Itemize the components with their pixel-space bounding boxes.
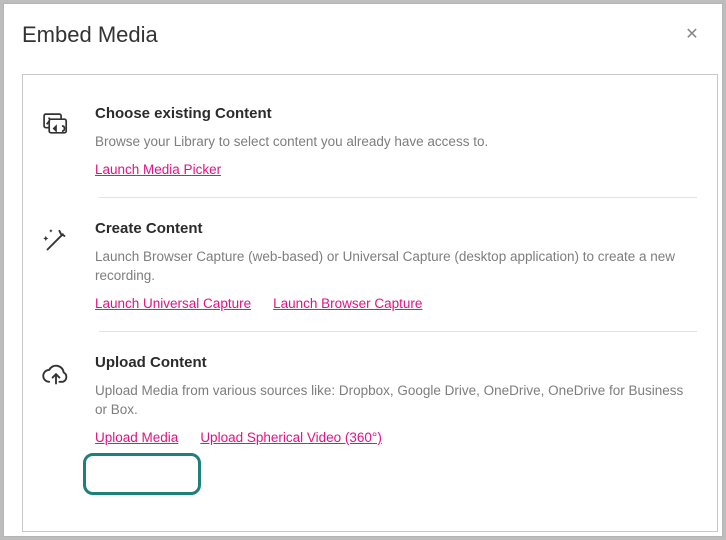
launch-universal-capture-link[interactable]: Launch Universal Capture bbox=[95, 296, 251, 311]
divider bbox=[99, 197, 697, 198]
cloud-upload-icon bbox=[39, 358, 73, 397]
upload-media-link[interactable]: Upload Media bbox=[95, 430, 178, 445]
section-title: Create Content bbox=[95, 220, 697, 237]
close-button[interactable]: ✕ bbox=[680, 23, 704, 47]
dialog-title: Embed Media bbox=[22, 22, 158, 48]
close-icon: ✕ bbox=[685, 26, 698, 43]
launch-browser-capture-link[interactable]: Launch Browser Capture bbox=[273, 296, 422, 311]
upload-spherical-video-link[interactable]: Upload Spherical Video (360°) bbox=[200, 430, 382, 445]
magic-wand-icon bbox=[39, 224, 73, 263]
section-existing-content: Choose existing Content Browse your Libr… bbox=[23, 87, 717, 193]
content-panel: Choose existing Content Browse your Libr… bbox=[22, 74, 718, 532]
section-title: Choose existing Content bbox=[95, 105, 697, 122]
dialog-header: Embed Media ✕ bbox=[4, 4, 722, 52]
section-description: Upload Media from various sources like: … bbox=[95, 381, 697, 420]
section-create-content: Create Content Launch Browser Capture (w… bbox=[23, 202, 717, 327]
divider bbox=[99, 331, 697, 332]
section-description: Launch Browser Capture (web-based) or Un… bbox=[95, 247, 697, 286]
embed-media-dialog: Embed Media ✕ bbox=[4, 4, 722, 536]
section-title: Upload Content bbox=[95, 354, 697, 371]
launch-media-picker-link[interactable]: Launch Media Picker bbox=[95, 162, 221, 177]
section-upload-content: Upload Content Upload Media from various… bbox=[23, 336, 717, 461]
highlight-annotation bbox=[83, 453, 201, 495]
media-library-icon bbox=[39, 109, 73, 148]
section-description: Browse your Library to select content yo… bbox=[95, 132, 697, 152]
